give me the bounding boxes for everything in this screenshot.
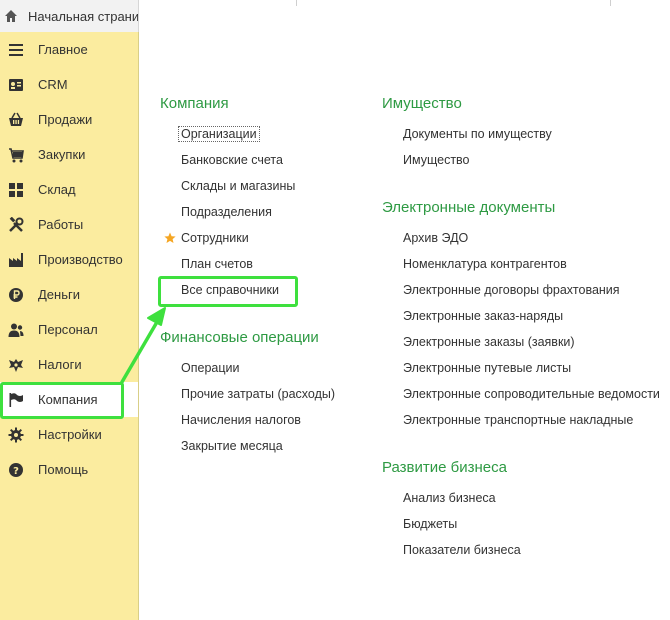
link-business-indicators[interactable]: Показатели бизнеса xyxy=(403,543,521,557)
menu-lines-icon xyxy=(8,42,24,58)
sidebar-item-label: Работы xyxy=(38,217,84,232)
sidebar-item-label: Производство xyxy=(38,252,123,267)
link-counterparty-nomenclature[interactable]: Номенклатура контрагентов xyxy=(403,257,567,271)
gear-icon xyxy=(8,427,24,443)
section-title-property: Имущество xyxy=(382,95,462,112)
sidebar-item-label: Закупки xyxy=(38,147,86,162)
sidebar-item-money[interactable]: Деньги xyxy=(0,277,138,312)
sidebar-item-label: Главное xyxy=(38,42,88,57)
sidebar-item-label: CRM xyxy=(38,77,68,92)
link-property[interactable]: Имущество xyxy=(403,153,470,167)
sidebar-item-purchases[interactable]: Закупки xyxy=(0,137,138,172)
sidebar-item-sales[interactable]: Продажи xyxy=(0,102,138,137)
link-e-work-orders[interactable]: Электронные заказ-наряды xyxy=(403,309,563,323)
ruble-coin-icon xyxy=(8,287,24,303)
sidebar-item-label: Склад xyxy=(38,182,76,197)
link-chart-of-accounts[interactable]: План счетов xyxy=(181,257,253,271)
contact-card-icon xyxy=(8,77,24,93)
link-warehouses-stores[interactable]: Склады и магазины xyxy=(181,179,295,193)
sidebar-item-label: Налоги xyxy=(38,357,82,372)
link-e-charter-contracts[interactable]: Электронные договоры фрахтования xyxy=(403,283,620,297)
home-tab[interactable]: Начальная страница xyxy=(0,0,139,32)
tab-divider xyxy=(296,0,297,6)
help-icon: ? xyxy=(8,462,24,478)
link-business-analysis[interactable]: Анализ бизнеса xyxy=(403,491,496,505)
link-e-orders-requests[interactable]: Электронные заказы (заявки) xyxy=(403,335,575,349)
link-budgets[interactable]: Бюджеты xyxy=(403,517,457,531)
factory-icon xyxy=(8,252,24,268)
grid-icon xyxy=(8,182,24,198)
top-tab-bar: Начальная страница xyxy=(0,0,670,32)
people-icon xyxy=(8,322,24,338)
sidebar-item-label: Помощь xyxy=(38,462,89,477)
link-operations[interactable]: Операции xyxy=(181,361,239,375)
link-tax-accruals[interactable]: Начисления налогов xyxy=(181,413,301,427)
cart-icon xyxy=(8,147,24,163)
tab-divider xyxy=(610,0,611,6)
sidebar-item-staff[interactable]: Персонал xyxy=(0,312,138,347)
home-tab-label: Начальная страница xyxy=(28,8,139,24)
link-e-accompanying-statements[interactable]: Электронные сопроводительные ведомости xyxy=(403,387,660,401)
sidebar-item-label: Деньги xyxy=(38,287,80,302)
section-title-company: Компания xyxy=(160,95,229,112)
basket-icon xyxy=(8,112,24,128)
sidebar-item-label: Настройки xyxy=(38,427,102,442)
favorite-star-icon xyxy=(164,232,176,243)
eagle-emblem-icon xyxy=(8,357,24,373)
link-property-documents[interactable]: Документы по имуществу xyxy=(403,127,552,141)
sidebar-item-crm[interactable]: CRM xyxy=(0,67,138,102)
home-icon xyxy=(4,9,18,23)
sidebar-item-works[interactable]: Работы xyxy=(0,207,138,242)
link-bank-accounts[interactable]: Банковские счета xyxy=(181,153,283,167)
link-other-expenses[interactable]: Прочие затраты (расходы) xyxy=(181,387,335,401)
highlight-box-all-catalogs xyxy=(158,276,298,307)
sidebar-item-settings[interactable]: Настройки xyxy=(0,417,138,452)
section-title-finance: Финансовые операции xyxy=(160,329,319,346)
sidebar-item-taxes[interactable]: Налоги xyxy=(0,347,138,382)
section-title-edocs: Электронные документы xyxy=(382,199,556,216)
sidebar-item-main[interactable]: Главное xyxy=(0,32,138,67)
link-e-waybills[interactable]: Электронные путевые листы xyxy=(403,361,571,375)
link-month-closing[interactable]: Закрытие месяца xyxy=(181,439,283,453)
link-edo-archive[interactable]: Архив ЭДО xyxy=(403,231,468,245)
link-e-transport-invoices[interactable]: Электронные транспортные накладные xyxy=(403,413,633,427)
sidebar-item-label: Персонал xyxy=(38,322,98,337)
sidebar-item-label: Продажи xyxy=(38,112,93,127)
sidebar-item-help[interactable]: ? Помощь xyxy=(0,452,138,487)
highlight-box-company xyxy=(0,382,124,419)
tools-icon xyxy=(8,216,24,233)
sidebar-item-warehouse[interactable]: Склад xyxy=(0,172,138,207)
section-title-business: Развитие бизнеса xyxy=(382,459,507,476)
svg-text:?: ? xyxy=(13,466,19,477)
sidebar-item-production[interactable]: Производство xyxy=(0,242,138,277)
link-employees[interactable]: Сотрудники xyxy=(181,231,249,245)
sidebar: Главное CRM Продажи Закупки Склад Работы xyxy=(0,32,139,620)
link-departments[interactable]: Подразделения xyxy=(181,205,272,219)
link-organizations[interactable]: Организации xyxy=(178,126,260,142)
